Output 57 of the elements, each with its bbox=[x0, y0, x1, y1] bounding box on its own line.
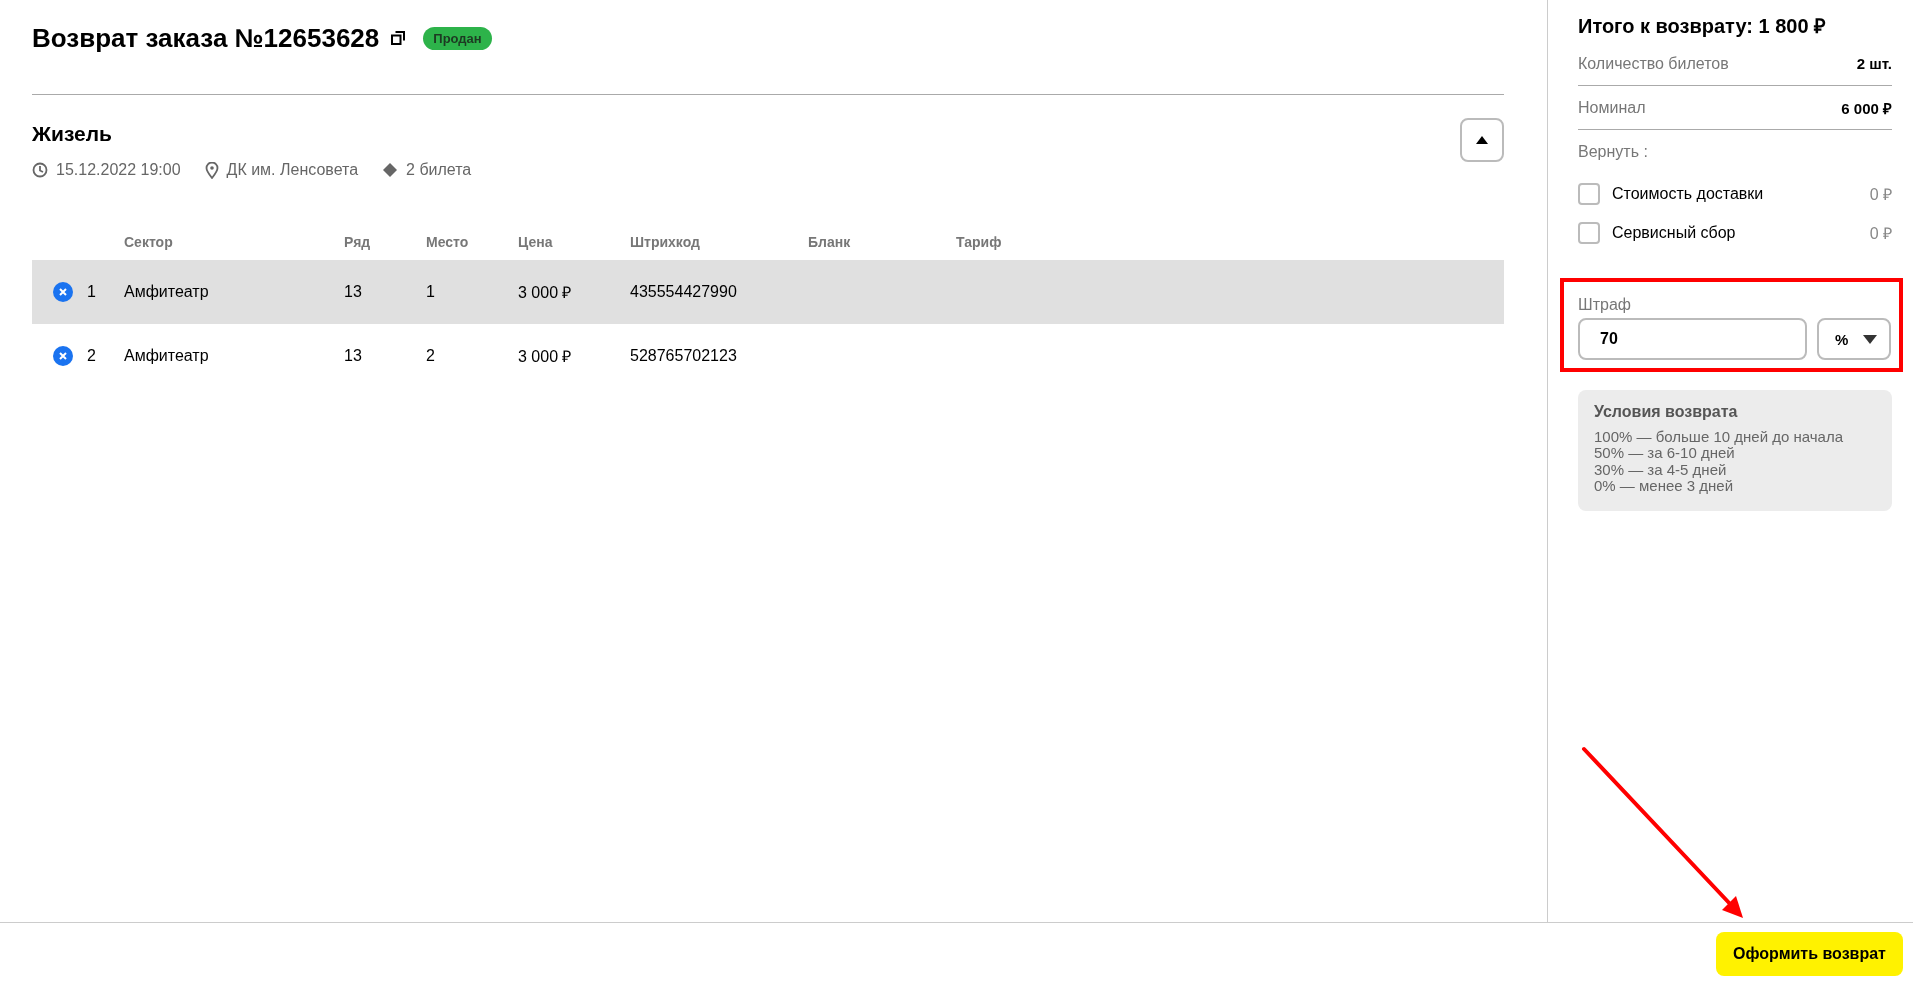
column-header: Штрихкод bbox=[630, 234, 701, 250]
column-header: Тариф bbox=[956, 234, 1003, 250]
table-cell-text: 3 000 ₽ bbox=[518, 347, 573, 367]
table-cell-text: Амфитеатр bbox=[124, 283, 210, 301]
column-header: Место bbox=[426, 234, 470, 250]
conditions-line: 30% — за 4-5 дней bbox=[1594, 461, 1727, 478]
input-field[interactable]: 70 bbox=[1578, 318, 1807, 360]
table-cell-text: 13 bbox=[344, 347, 363, 365]
summary-label: Номинал bbox=[1578, 98, 1646, 117]
unit-select[interactable]: % bbox=[1817, 318, 1891, 360]
summary-label: Количество билетов bbox=[1578, 54, 1729, 73]
refund-total: Итого к возврату: 1 800 ₽ bbox=[1578, 14, 1828, 39]
column-header: Бланк bbox=[808, 234, 852, 250]
checkbox[interactable] bbox=[1578, 221, 1600, 244]
table-cell-text: 2 bbox=[426, 347, 436, 365]
column-header: Ряд bbox=[344, 234, 372, 250]
option-label: Сервисный сбор bbox=[1612, 223, 1736, 242]
caret-up-icon bbox=[1476, 136, 1488, 144]
ticket-icon bbox=[382, 162, 399, 178]
conditions-line: 0% — менее 3 дней bbox=[1594, 478, 1735, 495]
remove-icon[interactable] bbox=[53, 346, 73, 366]
submit-button[interactable]: Оформить возврат bbox=[1716, 932, 1903, 976]
location-pin-icon bbox=[204, 161, 219, 179]
table-row[interactable]: 1 Амфитеатр 13 1 3 000 ₽ 435554427990 bbox=[32, 260, 1504, 324]
event-datetime: 15.12.2022 19:00 bbox=[56, 161, 181, 179]
conditions-line: 50% — за 6-10 дней bbox=[1594, 445, 1735, 462]
table-cell-text: 1 bbox=[426, 283, 436, 301]
status-badge: Продан bbox=[423, 26, 492, 50]
option-amount: 0 ₽ bbox=[1869, 223, 1892, 244]
collapse-button[interactable] bbox=[1460, 118, 1504, 162]
row-number: 1 bbox=[87, 283, 97, 301]
page-title: Возврат заказа №12653628 bbox=[32, 22, 380, 54]
refund-label: Вернуть : bbox=[1578, 142, 1649, 162]
clock-icon bbox=[32, 162, 48, 178]
event-title: Жизель bbox=[32, 122, 113, 146]
ticket-count: 2 билета bbox=[406, 161, 472, 179]
table-cell-text: 13 bbox=[344, 283, 363, 301]
field-label: Штраф bbox=[1578, 296, 1632, 314]
checkbox[interactable] bbox=[1578, 182, 1600, 205]
remove-icon[interactable] bbox=[53, 282, 73, 302]
table-cell-text: 528765702123 bbox=[630, 347, 738, 365]
caret-down-icon bbox=[1863, 334, 1877, 344]
column-header: Сектор bbox=[124, 234, 174, 250]
table-cell-text: Амфитеатр bbox=[124, 347, 210, 365]
column-header: Цена bbox=[518, 234, 554, 250]
conditions-line: 100% — больше 10 дней до начала bbox=[1594, 428, 1844, 445]
table-cell-text: 435554427990 bbox=[630, 283, 738, 301]
table-row[interactable]: 2 Амфитеатр 13 2 3 000 ₽ 528765702123 bbox=[32, 324, 1504, 388]
copy-icon[interactable] bbox=[391, 31, 406, 45]
summary-value: 2 шт. bbox=[1856, 55, 1892, 72]
table-cell-text: 3 000 ₽ bbox=[518, 283, 573, 303]
summary-value: 6 000 ₽ bbox=[1841, 98, 1892, 118]
option-amount: 0 ₽ bbox=[1869, 184, 1892, 205]
row-number: 2 bbox=[87, 347, 97, 365]
event-venue: ДК им. Ленсовета bbox=[226, 161, 359, 179]
conditions-title: Условия возврата bbox=[1594, 404, 1739, 421]
option-label: Стоимость доставки bbox=[1612, 184, 1764, 203]
